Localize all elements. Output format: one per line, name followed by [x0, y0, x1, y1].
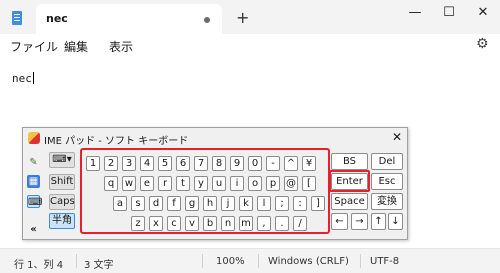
key-g[interactable]: g	[185, 196, 199, 211]
handwriting-icon[interactable]: ✎	[27, 156, 40, 169]
ime-title-bar[interactable]: IME パッド - ソフト キーボード ✕	[23, 128, 407, 148]
key-q[interactable]: q	[104, 176, 118, 191]
status-divider	[258, 254, 259, 268]
caps-key[interactable]: Caps	[49, 194, 75, 210]
key-open-bracket[interactable]: [	[302, 176, 316, 191]
unsaved-dot-icon[interactable]	[204, 17, 210, 23]
char-count: 3 文字	[84, 260, 114, 271]
editor-content: nec	[12, 72, 32, 85]
key-caret[interactable]: ^	[284, 156, 298, 171]
key-u[interactable]: u	[212, 176, 226, 191]
collapse-icon[interactable]: «	[27, 223, 40, 236]
ime-pad-window: IME パッド - ソフト キーボード ✕ ✎ ▦ ⌨ « ⌨▾ Shift C…	[22, 127, 408, 240]
key-c[interactable]: c	[167, 216, 181, 231]
esc-key[interactable]: Esc	[371, 173, 403, 190]
key-9[interactable]: 9	[230, 156, 244, 171]
key-z[interactable]: z	[131, 216, 145, 231]
key-slash[interactable]: /	[293, 216, 307, 231]
key-period[interactable]: .	[275, 216, 289, 231]
key-k[interactable]: k	[239, 196, 253, 211]
key-n[interactable]: n	[221, 216, 235, 231]
ime-close-button[interactable]: ✕	[392, 130, 402, 144]
status-divider	[202, 254, 203, 268]
ime-title: IME パッド - ソフト キーボード	[44, 136, 189, 147]
key-o[interactable]: o	[248, 176, 262, 191]
key-v[interactable]: v	[185, 216, 199, 231]
key-h[interactable]: h	[203, 196, 217, 211]
status-bar: 行 1、列 4 3 文字 100% Windows (CRLF) UTF-8	[0, 248, 500, 273]
minimize-button[interactable]: —	[398, 2, 432, 24]
key-t[interactable]: t	[176, 176, 190, 191]
text-caret	[32, 72, 34, 84]
line-ending: Windows (CRLF)	[268, 256, 349, 267]
key-6[interactable]: 6	[176, 156, 190, 171]
bs-key[interactable]: BS	[331, 153, 368, 170]
key-w[interactable]: w	[122, 176, 136, 191]
key-d[interactable]: d	[149, 196, 163, 211]
soft-keyboard-icon[interactable]: ⌨	[27, 195, 42, 208]
up-arrow-key[interactable]: ↑	[371, 213, 386, 230]
key-yen[interactable]: ¥	[302, 156, 316, 171]
tab-nec[interactable]: nec	[36, 4, 222, 34]
key-y[interactable]: y	[194, 176, 208, 191]
key-colon[interactable]: :	[293, 196, 307, 211]
convert-key[interactable]: 変換	[371, 193, 403, 210]
key-3[interactable]: 3	[122, 156, 136, 171]
key-a[interactable]: a	[113, 196, 127, 211]
left-arrow-key[interactable]: ←	[331, 213, 348, 230]
tab-title: nec	[46, 12, 68, 25]
menu-view[interactable]: 表示	[109, 38, 133, 55]
menu-bar: ファイル 編集 表示 ⚙	[0, 34, 500, 58]
key-x[interactable]: x	[149, 216, 163, 231]
key-7[interactable]: 7	[194, 156, 208, 171]
key-semicolon[interactable]: ;	[275, 196, 289, 211]
ime-logo-icon	[28, 132, 40, 144]
hankaku-key[interactable]: 半角	[49, 213, 75, 229]
character-key-area: 1 2 3 4 5 6 7 8 9 0 - ^ ¥ q w e r t y u …	[80, 148, 330, 234]
key-1[interactable]: 1	[86, 156, 100, 171]
key-i[interactable]: i	[230, 176, 244, 191]
key-b[interactable]: b	[203, 216, 217, 231]
key-comma[interactable]: ,	[257, 216, 271, 231]
key-at[interactable]: @	[284, 176, 298, 191]
key-8[interactable]: 8	[212, 156, 226, 171]
close-button[interactable]: ✕	[466, 2, 500, 24]
key-4[interactable]: 4	[140, 156, 154, 171]
key-e[interactable]: e	[140, 176, 154, 191]
key-p[interactable]: p	[266, 176, 280, 191]
menu-edit[interactable]: 編集	[64, 38, 88, 55]
key-r[interactable]: r	[158, 176, 172, 191]
key-f[interactable]: f	[167, 196, 181, 211]
maximize-button[interactable]: ☐	[432, 2, 466, 24]
cursor-position: 行 1、列 4	[14, 260, 64, 271]
key-2[interactable]: 2	[104, 156, 118, 171]
del-key[interactable]: Del	[371, 153, 403, 170]
menu-file[interactable]: ファイル	[10, 38, 58, 55]
settings-gear-icon[interactable]: ⚙	[476, 36, 489, 52]
key-l[interactable]: l	[257, 196, 271, 211]
encoding: UTF-8	[370, 256, 400, 267]
shift-key[interactable]: Shift	[49, 174, 75, 190]
key-0[interactable]: 0	[248, 156, 262, 171]
character-list-icon[interactable]: ▦	[27, 175, 40, 188]
keyboard-type-dropdown[interactable]: ⌨▾	[49, 152, 75, 168]
new-tab-button[interactable]: +	[236, 8, 249, 27]
space-key[interactable]: Space	[331, 193, 368, 210]
key-s[interactable]: s	[131, 196, 145, 211]
status-divider	[360, 254, 361, 268]
key-5[interactable]: 5	[158, 156, 172, 171]
down-arrow-key[interactable]: ↓	[388, 213, 403, 230]
title-bar: nec + — ☐ ✕	[0, 0, 500, 34]
key-m[interactable]: m	[239, 216, 253, 231]
key-close-bracket[interactable]: ]	[311, 196, 325, 211]
key-minus[interactable]: -	[266, 156, 280, 171]
zoom-level: 100%	[216, 256, 245, 267]
right-arrow-key[interactable]: →	[351, 213, 368, 230]
key-j[interactable]: j	[221, 196, 235, 211]
enter-key-highlight	[329, 170, 370, 192]
notepad-icon	[12, 11, 22, 25]
status-divider	[76, 254, 77, 268]
